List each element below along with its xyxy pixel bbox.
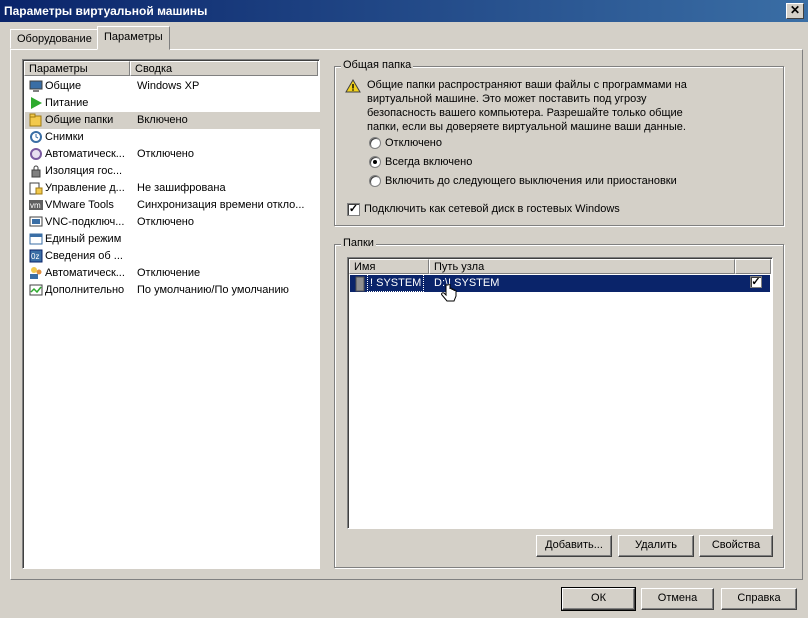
tab-hardware[interactable]: Оборудование — [10, 29, 99, 49]
radio-until-poweroff[interactable] — [369, 175, 381, 187]
folder-properties-button[interactable]: Свойства — [699, 535, 773, 557]
play-icon — [29, 96, 43, 110]
radio-disabled-label[interactable]: Отключено — [385, 137, 442, 149]
users-icon — [29, 266, 43, 280]
radio-always-enabled-label[interactable]: Всегда включено — [385, 156, 472, 168]
advanced-icon — [29, 283, 43, 297]
autoprotect-icon — [29, 147, 43, 161]
svg-text:0z: 0z — [31, 252, 39, 261]
info-icon: 0z — [29, 249, 43, 263]
window-title: Параметры виртуальной машины — [4, 4, 208, 18]
unity-icon — [29, 232, 43, 246]
warning-text: Общие папки распространяют ваши файлы с … — [367, 79, 687, 133]
settings-item-autoprotect[interactable]: Автоматическ... Отключено — [25, 146, 320, 163]
settings-list[interactable]: Параметры Сводка Общие Windows XP Питани… — [22, 59, 320, 569]
title-bar: Параметры виртуальной машины ✕ — [0, 0, 808, 22]
settings-item-vnc[interactable]: VNC-подключ... Отключено — [25, 214, 320, 231]
radio-until-poweroff-label[interactable]: Включить до следующего выключения или пр… — [385, 175, 677, 187]
shared-folder-group: Общая папка Общие папки распространяют в… — [334, 59, 784, 226]
access-control-icon — [29, 181, 43, 195]
settings-item-shared-folders[interactable]: Общие папки Включено — [25, 112, 320, 129]
warning-icon — [345, 79, 361, 96]
radio-disabled[interactable] — [369, 137, 381, 149]
snapshot-icon — [29, 130, 43, 144]
cancel-button[interactable]: Отмена — [641, 588, 714, 610]
remove-folder-button[interactable]: Удалить — [618, 535, 694, 557]
folders-legend: Папки — [341, 237, 376, 249]
settings-item-guest-isolation[interactable]: Изоляция гос... — [25, 163, 320, 180]
column-header-host-path[interactable]: Путь узла — [429, 259, 735, 274]
folder-row[interactable]: ! SYSTEM D:\! SYSTEM ✓ — [350, 274, 770, 292]
settings-item-info[interactable]: 0z Сведения об ... — [25, 248, 320, 265]
settings-item-advanced[interactable]: Дополнительно По умолчанию/По умолчанию — [25, 282, 320, 299]
tab-options[interactable]: Параметры — [97, 26, 170, 50]
folders-group: Папки Имя Путь узла ! SYSTEM D:\! SYSTEM… — [334, 237, 784, 568]
shared-folder-icon — [29, 113, 43, 127]
settings-item-vmware-tools[interactable]: vm VMware Tools Синхронизация времени от… — [25, 197, 320, 214]
lock-icon — [29, 164, 43, 178]
hand-cursor-icon — [440, 283, 458, 309]
vmware-icon: vm — [29, 198, 43, 212]
folder-icon — [354, 276, 366, 297]
settings-item-snapshots[interactable]: Снимки — [25, 129, 320, 146]
folder-enabled-checkbox[interactable]: ✓ — [750, 276, 762, 288]
help-button[interactable]: Справка — [721, 588, 797, 610]
settings-item-power[interactable]: Питание — [25, 95, 320, 112]
shared-folder-legend: Общая папка — [341, 59, 414, 71]
ok-button[interactable]: ОК — [561, 587, 636, 611]
svg-text:vm: vm — [30, 201, 41, 210]
folder-name: ! SYSTEM — [366, 274, 425, 292]
settings-item-autologon[interactable]: Автоматическ... Отключение — [25, 265, 320, 282]
close-button[interactable]: ✕ — [786, 3, 804, 19]
map-drive-checkbox[interactable]: ✓ — [347, 203, 360, 216]
settings-item-access-control[interactable]: Управление д... Не зашифрована — [25, 180, 320, 197]
map-drive-label[interactable]: Подключить как сетевой диск в гостевых W… — [364, 203, 620, 215]
settings-item-general[interactable]: Общие Windows XP — [25, 78, 320, 95]
column-header-name[interactable]: Имя — [349, 259, 429, 274]
column-header-summary[interactable]: Сводка — [130, 61, 318, 76]
add-folder-button[interactable]: Добавить... — [536, 535, 612, 557]
radio-always-enabled[interactable] — [369, 156, 381, 168]
vnc-icon — [29, 215, 43, 229]
column-header-enabled[interactable] — [735, 259, 771, 274]
column-header-settings[interactable]: Параметры — [24, 61, 130, 76]
folders-list[interactable]: Имя Путь узла ! SYSTEM D:\! SYSTEM ✓ — [347, 257, 773, 529]
settings-item-unity[interactable]: Единый режим — [25, 231, 320, 248]
monitor-icon — [29, 79, 43, 93]
